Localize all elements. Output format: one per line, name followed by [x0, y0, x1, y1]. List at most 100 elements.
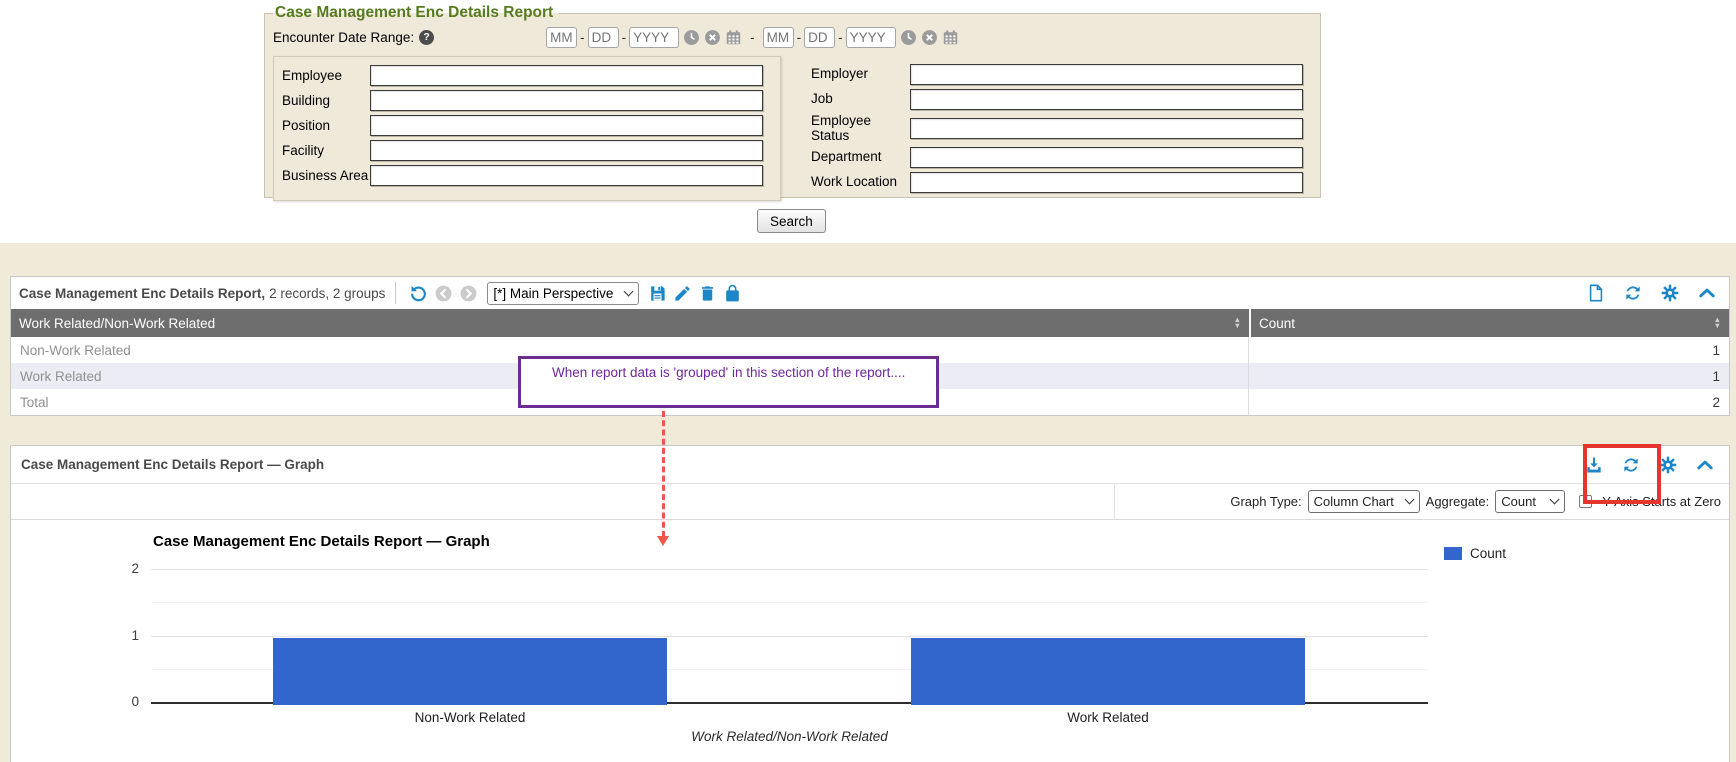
- lock-icon[interactable]: [723, 284, 742, 303]
- date-range-row: Encounter Date Range: ? - - - - -: [273, 23, 1312, 51]
- calendar-icon[interactable]: [725, 29, 742, 46]
- gridline: [151, 569, 1428, 570]
- report-record-count: 2 records, 2 groups: [269, 286, 385, 301]
- end-month-input[interactable]: [763, 27, 794, 48]
- field-label-business-area: Business Area: [282, 168, 370, 183]
- controls-divider: [1114, 485, 1115, 519]
- column-header-label: Work Related/Non-Work Related: [19, 316, 215, 331]
- field-label-employee-status: Employee Status: [811, 114, 910, 144]
- help-icon[interactable]: ?: [419, 30, 434, 45]
- row-count: 2: [1249, 395, 1729, 410]
- date-separator: -: [622, 30, 627, 45]
- gridline-minor: [151, 602, 1428, 603]
- app-root: Case Management Enc Details Report Encou…: [0, 0, 1736, 762]
- facility-field[interactable]: [370, 140, 763, 161]
- x-axis-title: Work Related/Non-Work Related: [151, 729, 1428, 744]
- graph-panel-title: Case Management Enc Details Report — Gra…: [21, 457, 324, 472]
- column-header-work-related[interactable]: Work Related/Non-Work Related ▲▼: [11, 309, 1249, 337]
- field-label-facility: Facility: [282, 143, 370, 158]
- annotation-arrow-head: [657, 536, 669, 546]
- employer-field[interactable]: [910, 64, 1303, 85]
- aggregate-label: Aggregate:: [1426, 494, 1490, 509]
- start-day-input[interactable]: [588, 27, 619, 48]
- employee-status-field[interactable]: [910, 118, 1303, 139]
- column-header-label: Count: [1259, 316, 1295, 331]
- date-separator: -: [838, 30, 843, 45]
- history-forward-icon[interactable]: [459, 284, 478, 303]
- chevron-down-icon: [624, 286, 634, 296]
- gear-icon[interactable]: [1660, 283, 1680, 303]
- edit-icon[interactable]: [673, 284, 692, 303]
- save-icon[interactable]: [648, 284, 667, 303]
- clear-date-icon[interactable]: [704, 29, 721, 46]
- y-tick-label: 0: [111, 694, 139, 709]
- chart-title: Case Management Enc Details Report — Gra…: [153, 533, 490, 550]
- gridline: [151, 636, 1428, 637]
- collapse-section-icon[interactable]: [1695, 455, 1715, 475]
- job-field[interactable]: [910, 89, 1303, 110]
- employee-field[interactable]: [370, 65, 763, 86]
- business-area-field[interactable]: [370, 165, 763, 186]
- date-range-inputs: - - - - -: [546, 27, 959, 48]
- legend-label: Count: [1470, 546, 1506, 561]
- department-field[interactable]: [910, 147, 1303, 168]
- bar-work-related: [911, 638, 1305, 705]
- graph-type-label: Graph Type:: [1230, 494, 1301, 509]
- start-month-input[interactable]: [546, 27, 577, 48]
- position-field[interactable]: [370, 115, 763, 136]
- chevron-down-icon: [1404, 495, 1414, 505]
- building-field[interactable]: [370, 90, 763, 111]
- aggregate-value: Count: [1501, 494, 1536, 509]
- field-label-building: Building: [282, 93, 370, 108]
- download-highlight-box: [1583, 444, 1661, 504]
- row-count: 1: [1249, 369, 1729, 384]
- graph-type-select[interactable]: Column Chart: [1308, 490, 1420, 513]
- form-left-column: Employee Building Position Facility Busi…: [273, 56, 781, 201]
- collapse-section-icon[interactable]: [1697, 283, 1717, 303]
- report-toolbar-right: [1586, 283, 1717, 303]
- annotation-text: When report data is 'grouped' in this se…: [552, 365, 905, 380]
- date-separator: -: [580, 30, 585, 45]
- history-back-icon[interactable]: [434, 284, 453, 303]
- gear-icon[interactable]: [1658, 455, 1678, 475]
- graph-type-value: Column Chart: [1314, 494, 1394, 509]
- field-label-work-location: Work Location: [811, 175, 910, 190]
- sort-icon[interactable]: ▲▼: [1714, 317, 1721, 329]
- graph-controls-row: Graph Type: Column Chart Aggregate: Coun…: [11, 484, 1729, 520]
- chevron-down-icon: [1550, 495, 1560, 505]
- y-tick-label: 1: [111, 628, 139, 643]
- graph-panel: Case Management Enc Details Report — Gra…: [10, 445, 1730, 762]
- form-title: Case Management Enc Details Report: [273, 4, 559, 22]
- perspective-value: [*] Main Perspective: [493, 286, 613, 301]
- start-year-input[interactable]: [629, 27, 679, 48]
- delete-icon[interactable]: [698, 284, 717, 303]
- bar-non-work-related: [273, 638, 667, 705]
- report-toolbar: Case Management Enc Details Report, 2 re…: [11, 277, 1729, 309]
- column-header-count[interactable]: Count ▲▼: [1251, 309, 1729, 337]
- report-title: Case Management Enc Details Report,: [19, 286, 265, 301]
- x-category-label: Non-Work Related: [273, 710, 667, 725]
- date-range-label: Encounter Date Range:: [273, 30, 414, 45]
- refresh-icon[interactable]: [1623, 283, 1643, 303]
- search-form-panel: Case Management Enc Details Report Encou…: [264, 4, 1321, 198]
- legend-swatch: [1444, 547, 1462, 560]
- new-document-icon[interactable]: [1586, 283, 1606, 303]
- perspective-select[interactable]: [*] Main Perspective: [487, 282, 639, 305]
- column-chart: Case Management Enc Details Report — Gra…: [11, 521, 1729, 762]
- aggregate-select[interactable]: Count: [1495, 490, 1565, 513]
- search-button[interactable]: Search: [757, 209, 826, 233]
- annotation-callout: When report data is 'grouped' in this se…: [518, 356, 939, 408]
- undo-icon[interactable]: [409, 284, 428, 303]
- end-year-input[interactable]: [846, 27, 896, 48]
- sort-icon[interactable]: ▲▼: [1234, 317, 1241, 329]
- field-label-employer: Employer: [811, 67, 910, 82]
- clock-icon[interactable]: [900, 29, 917, 46]
- field-label-position: Position: [282, 118, 370, 133]
- clock-icon[interactable]: [683, 29, 700, 46]
- end-day-input[interactable]: [804, 27, 835, 48]
- calendar-icon[interactable]: [942, 29, 959, 46]
- work-location-field[interactable]: [910, 172, 1303, 193]
- form-right-column: Employer Job Employee Status Department …: [803, 56, 1312, 201]
- clear-date-icon[interactable]: [921, 29, 938, 46]
- form-columns: Employee Building Position Facility Busi…: [273, 56, 1312, 201]
